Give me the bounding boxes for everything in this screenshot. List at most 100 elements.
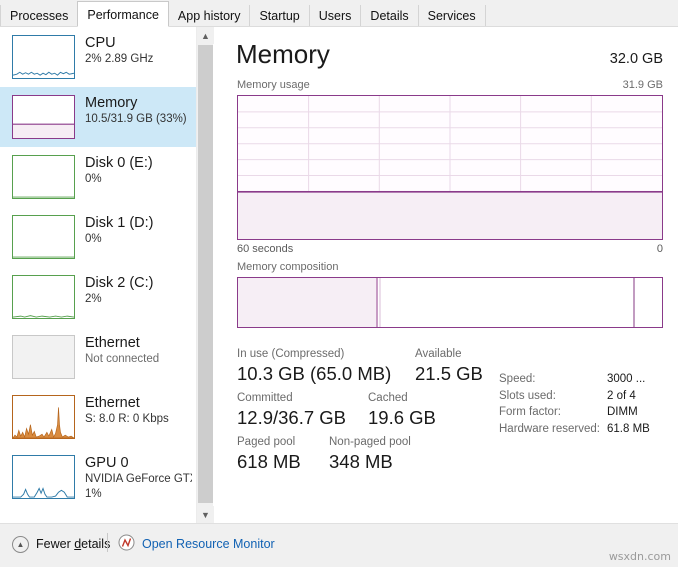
stat-label: Cached <box>368 392 408 404</box>
sidebar-item-disk1[interactable]: Disk 1 (D:) 0% <box>0 207 196 267</box>
sidebar-item-disk2[interactable]: Disk 2 (C:) 2% <box>0 267 196 327</box>
sidebar-item-label: Disk 0 (E:) <box>85 155 153 171</box>
chevron-up-icon[interactable]: ▲ <box>197 27 214 44</box>
sidebar-item-label: Ethernet <box>85 395 140 411</box>
sidebar-item-sublabel-2: 1% <box>85 488 102 500</box>
disk2-thumbnail-graph <box>12 275 75 319</box>
spec-key: Speed: <box>499 373 536 385</box>
sidebar-item-ethernet-active[interactable]: Ethernet S: 8.0 R: 0 Kbps <box>0 387 196 447</box>
sidebar-item-cpu[interactable]: CPU 2% 2.89 GHz <box>0 27 196 87</box>
content-area: CPU 2% 2.89 GHz Memory 10.5/31.9 GB (33%… <box>0 27 678 523</box>
memory-detail-panel: Memory 32.0 GB Memory usage 31.9 GB 60 s… <box>214 27 678 523</box>
memory-usage-graph <box>237 95 663 240</box>
sidebar-item-label: Memory <box>85 95 138 111</box>
memory-usage-label: Memory usage <box>237 79 310 91</box>
tab-app-history[interactable]: App history <box>167 5 251 26</box>
sidebar-item-label: Disk 2 (C:) <box>85 275 154 291</box>
composition-segment-inuse <box>238 278 377 327</box>
tab-processes[interactable]: Processes <box>0 5 79 26</box>
ethernet-active-thumbnail-graph <box>12 395 75 439</box>
memory-composition-bar[interactable] <box>237 277 663 328</box>
tab-details[interactable]: Details <box>360 5 419 26</box>
stat-label: Non-paged pool <box>329 436 411 448</box>
memory-specs: Speed: 3000 ... Slots used: 2 of 4 Form … <box>499 371 678 437</box>
ethernet-active-labels: Ethernet S: 8.0 R: 0 Kbps <box>85 393 169 427</box>
stat-label: Available <box>415 348 462 360</box>
sidebar-item-gpu0[interactable]: GPU 0 NVIDIA GeForce GTX 1% <box>0 447 196 507</box>
fewer-details-pre: Fewer <box>36 537 75 551</box>
stat-committed: Committed 12.9/36.7 GB <box>237 391 346 430</box>
sidebar-item-ethernet-disconnected[interactable]: Ethernet Not connected <box>0 327 196 387</box>
tab-startup[interactable]: Startup <box>249 5 310 26</box>
spec-value: DIMM <box>607 406 638 418</box>
sidebar-item-sublabel: 10.5/31.9 GB (33%) <box>85 113 187 125</box>
spec-value: 2 of 4 <box>607 389 636 402</box>
open-resource-monitor-link[interactable]: Open Resource Monitor <box>118 534 275 554</box>
sidebar-item-sublabel: 2% 2.89 GHz <box>85 53 154 65</box>
sidebar-item-sublabel: 0% <box>85 173 102 185</box>
axis-right-label: 0 <box>656 243 663 255</box>
disk1-thumbnail-graph <box>12 215 75 259</box>
fewer-details-button[interactable]: ▲ Fewer details <box>12 534 110 554</box>
spec-key: Hardware reserved: <box>499 422 600 435</box>
stat-value: 10.3 GB (65.0 MB) <box>237 363 392 384</box>
stat-cached: Cached 19.6 GB <box>368 391 436 430</box>
memory-labels: Memory 10.5/31.9 GB (33%) <box>85 93 187 127</box>
stat-label: In use (Compressed) <box>237 348 345 360</box>
footer-bar: ▲ Fewer details Open Resource Monitor ws… <box>0 523 678 567</box>
stat-label: Committed <box>237 392 293 404</box>
sidebar-item-disk0[interactable]: Disk 0 (E:) 0% <box>0 147 196 207</box>
stat-value: 21.5 GB <box>415 363 483 384</box>
page-title: Memory <box>236 39 330 69</box>
memory-usage-axis: 60 seconds 0 <box>237 243 663 255</box>
disk0-labels: Disk 0 (E:) 0% <box>85 153 153 187</box>
sidebar-item-sublabel: NVIDIA GeForce GTX <box>85 473 192 485</box>
scrollbar-thumb[interactable] <box>198 45 213 503</box>
ethernet-disconnected-labels: Ethernet Not connected <box>85 333 159 367</box>
sidebar-item-label: CPU <box>85 35 116 51</box>
stat-paged-pool: Paged pool 618 MB <box>237 435 301 474</box>
stat-value: 618 MB <box>237 451 301 472</box>
spec-speed: Speed: 3000 ... <box>499 371 678 388</box>
resource-monitor-icon <box>118 534 135 554</box>
tab-services[interactable]: Services <box>417 5 486 26</box>
memory-total: 32.0 GB <box>609 51 663 67</box>
tab-users[interactable]: Users <box>308 5 362 26</box>
cpu-thumbnail-graph <box>12 35 75 79</box>
sidebar-item-label: Ethernet <box>85 335 140 351</box>
memory-thumbnail-graph <box>12 95 75 139</box>
stat-value: 19.6 GB <box>368 407 436 428</box>
spec-value: 3000 ... <box>607 373 646 385</box>
spec-key: Form factor: <box>499 406 561 418</box>
performance-sidebar[interactable]: CPU 2% 2.89 GHz Memory 10.5/31.9 GB (33%… <box>0 27 196 523</box>
watermark: wsxdn.com <box>608 550 671 563</box>
memory-usage-label-row: Memory usage 31.9 GB <box>237 79 663 91</box>
memory-header: Memory 32.0 GB <box>236 39 663 69</box>
tab-performance[interactable]: Performance <box>77 1 169 27</box>
footer-divider <box>107 533 108 552</box>
stat-non-paged-pool: Non-paged pool 348 MB <box>329 435 411 474</box>
stat-value: 12.9/36.7 GB <box>237 407 347 428</box>
spec-slots-used: Slots used: 2 of 4 <box>499 388 678 405</box>
ethernet-disconnected-thumbnail <box>12 335 75 379</box>
memory-usage-max: 31.9 GB <box>622 79 663 91</box>
stat-label: Paged pool <box>237 436 296 448</box>
sidebar-item-memory[interactable]: Memory 10.5/31.9 GB (33%) <box>0 87 196 147</box>
cpu-labels: CPU 2% 2.89 GHz <box>85 33 153 67</box>
memory-composition-label-row: Memory composition <box>237 261 663 273</box>
sidebar-item-sublabel: 0% <box>85 233 102 245</box>
sidebar-scrollbar[interactable]: ▲ ▼ <box>196 27 214 523</box>
resource-monitor-label[interactable]: Open Resource Monitor <box>142 537 275 551</box>
tab-bar: Processes Performance App history Startu… <box>0 0 678 27</box>
spec-form-factor: Form factor: DIMM <box>499 404 678 421</box>
spec-value: 61.8 MB <box>607 422 650 435</box>
spec-hardware-reserved: Hardware reserved: 61.8 MB <box>499 421 678 438</box>
spec-key: Slots used: <box>499 389 556 402</box>
memory-composition-label: Memory composition <box>237 261 339 273</box>
fewer-details-post: etails <box>81 537 111 551</box>
chevron-down-icon[interactable]: ▼ <box>197 506 214 523</box>
stat-value: 348 MB <box>329 451 393 472</box>
fewer-details-label: Fewer details <box>36 537 110 551</box>
disk0-thumbnail-graph <box>12 155 75 199</box>
stat-available: Available 21.5 GB <box>415 347 483 386</box>
